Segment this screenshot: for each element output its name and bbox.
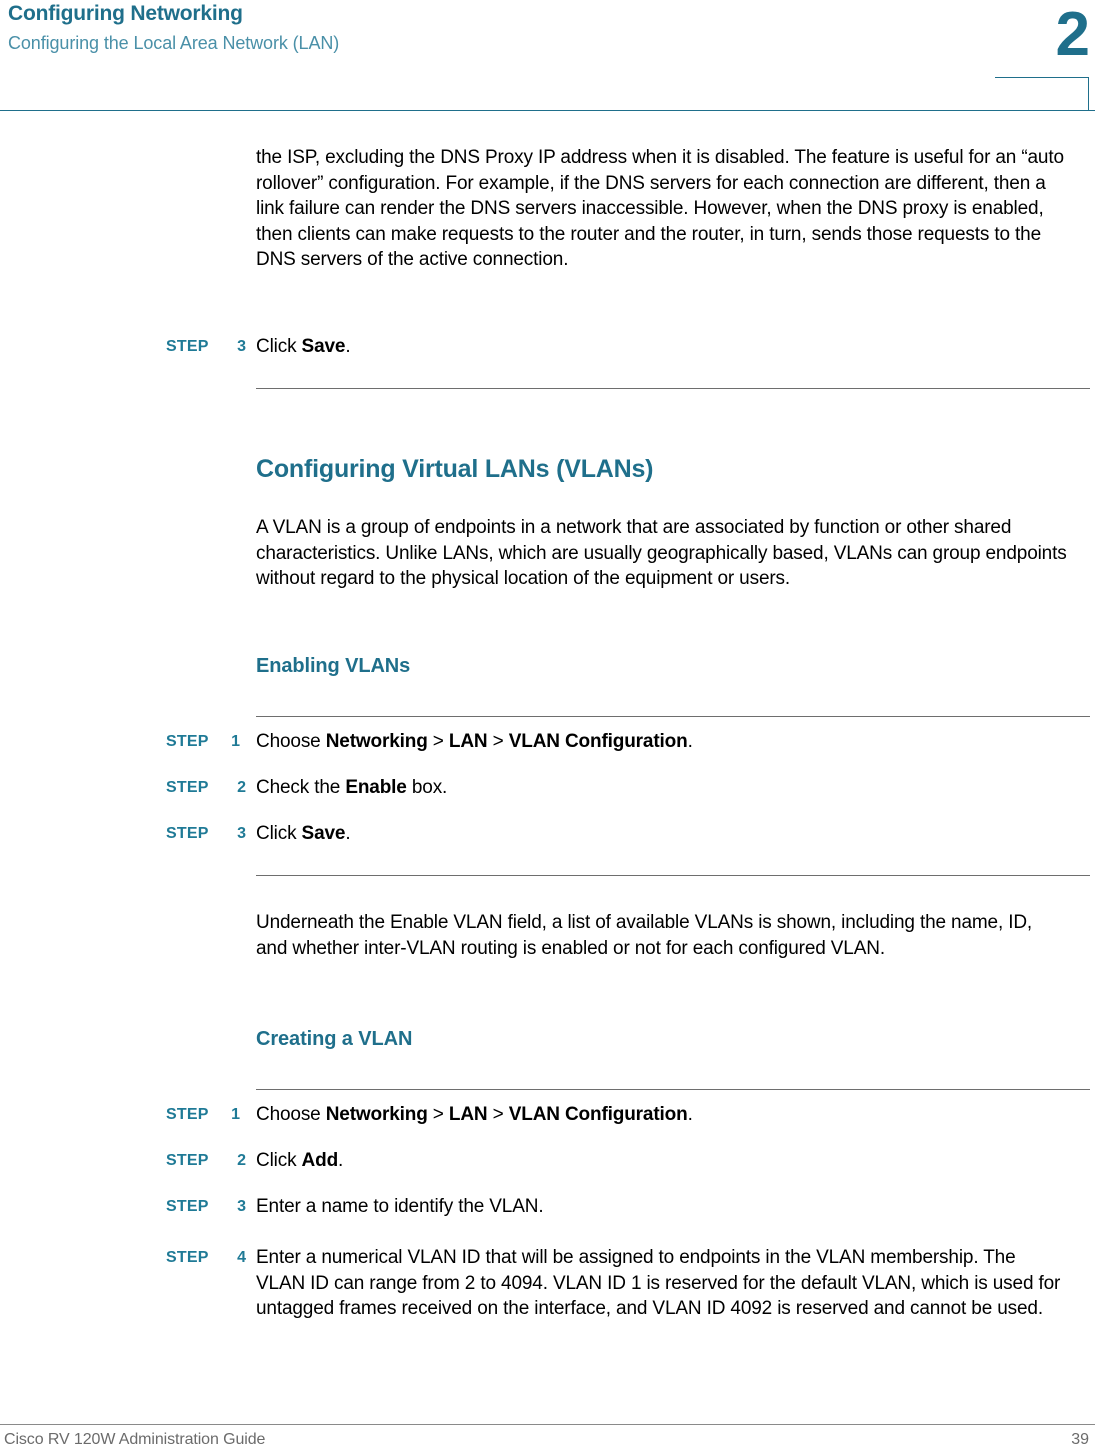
step-text-bold-enable: Enable: [345, 777, 407, 798]
step-label: STEP: [166, 1249, 209, 1266]
step-text-before: Click: [256, 336, 302, 357]
step-text-bold-vlan-configuration: VLAN Configuration: [508, 731, 688, 752]
step-group-rule: [256, 388, 1090, 389]
step-group-rule: [256, 716, 1090, 717]
step-text-bold-lan: LAN: [448, 731, 488, 752]
step-text-bold-lan: LAN: [448, 1104, 488, 1125]
step-text-bold-vlan-configuration: VLAN Configuration: [508, 1104, 688, 1125]
step-text-after: .: [345, 823, 351, 844]
step-text-after: .: [338, 1150, 344, 1171]
section-heading-configuring-vlans: Configuring Virtual LANs (VLANs): [256, 455, 654, 483]
step-number: 3: [237, 338, 246, 355]
step-text-before: Click: [256, 823, 302, 844]
footer-divider-rule: [0, 1424, 1095, 1425]
step-text: Click Add.: [256, 1148, 1068, 1174]
header-chapter-title: Configuring Networking: [8, 2, 243, 25]
step-number: 1: [231, 1106, 240, 1123]
step-label: STEP: [166, 825, 209, 842]
step-label: STEP: [166, 338, 209, 355]
step-text-after: .: [687, 731, 693, 752]
step-text-bold-networking: Networking: [325, 1104, 428, 1125]
step-text-after: box.: [406, 777, 448, 798]
step-text: Click Save.: [256, 334, 1068, 360]
step-text: Choose Networking > LAN > VLAN Configura…: [256, 1102, 1068, 1128]
vlan-description-paragraph: A VLAN is a group of endpoints in a netw…: [256, 517, 1067, 590]
subheading-creating-a-vlan: Creating a VLAN: [256, 1028, 413, 1050]
step-text-after: .: [345, 336, 351, 357]
step-number: 3: [237, 1198, 246, 1215]
step-group-rule: [256, 1089, 1090, 1090]
document-page: Configuring Networking Configuring the L…: [0, 0, 1095, 1453]
step-text-before: Choose: [256, 731, 326, 752]
intro-paragraph: the ISP, excluding the DNS Proxy IP addr…: [256, 147, 1064, 271]
step-label: STEP: [166, 1198, 209, 1215]
chapter-number: 2: [1055, 0, 1090, 69]
step-text-separator: >: [427, 731, 449, 752]
underneath-paragraph: Underneath the Enable VLAN field, a list…: [256, 912, 1033, 959]
step-text-bold-save: Save: [301, 823, 346, 844]
subheading-enabling-vlans: Enabling VLANs: [256, 655, 411, 677]
step-text-bold-networking: Networking: [325, 731, 428, 752]
step-text-separator: >: [487, 731, 509, 752]
step-text-before: Choose: [256, 1104, 326, 1125]
step-label: STEP: [166, 733, 209, 750]
header-section-subtitle: Configuring the Local Area Network (LAN): [8, 33, 340, 53]
step-text-bold-add: Add: [301, 1150, 339, 1171]
step-text-separator: >: [427, 1104, 449, 1125]
footer-page-number: 39: [1071, 1431, 1089, 1448]
header-divider-rule: [0, 110, 1095, 111]
footer-guide-title: Cisco RV 120W Administration Guide: [4, 1431, 266, 1448]
step-number: 2: [237, 1152, 246, 1169]
step-group-rule: [256, 875, 1090, 876]
step-text: Enter a numerical VLAN ID that will be a…: [256, 1247, 1061, 1320]
step-text-separator: >: [487, 1104, 509, 1125]
page-header: Configuring Networking Configuring the L…: [0, 0, 1095, 112]
step-text-bold: Save: [301, 336, 346, 357]
step-text-before: Click: [256, 1150, 302, 1171]
step-text-after: .: [687, 1104, 693, 1125]
step-text: Click Save.: [256, 821, 1068, 847]
step-number: 2: [237, 779, 246, 796]
step-text: Enter a name to identify the VLAN.: [256, 1196, 544, 1217]
step-label: STEP: [166, 1152, 209, 1169]
step-text: Choose Networking > LAN > VLAN Configura…: [256, 729, 1068, 755]
chapter-number-frame: [995, 77, 1089, 111]
step-text: Check the Enable box.: [256, 775, 1068, 801]
step-number: 1: [231, 733, 240, 750]
step-label: STEP: [166, 779, 209, 796]
step-label: STEP: [166, 1106, 209, 1123]
step-number: 3: [237, 825, 246, 842]
step-number: 4: [237, 1249, 246, 1266]
step-text-before: Check the: [256, 777, 346, 798]
